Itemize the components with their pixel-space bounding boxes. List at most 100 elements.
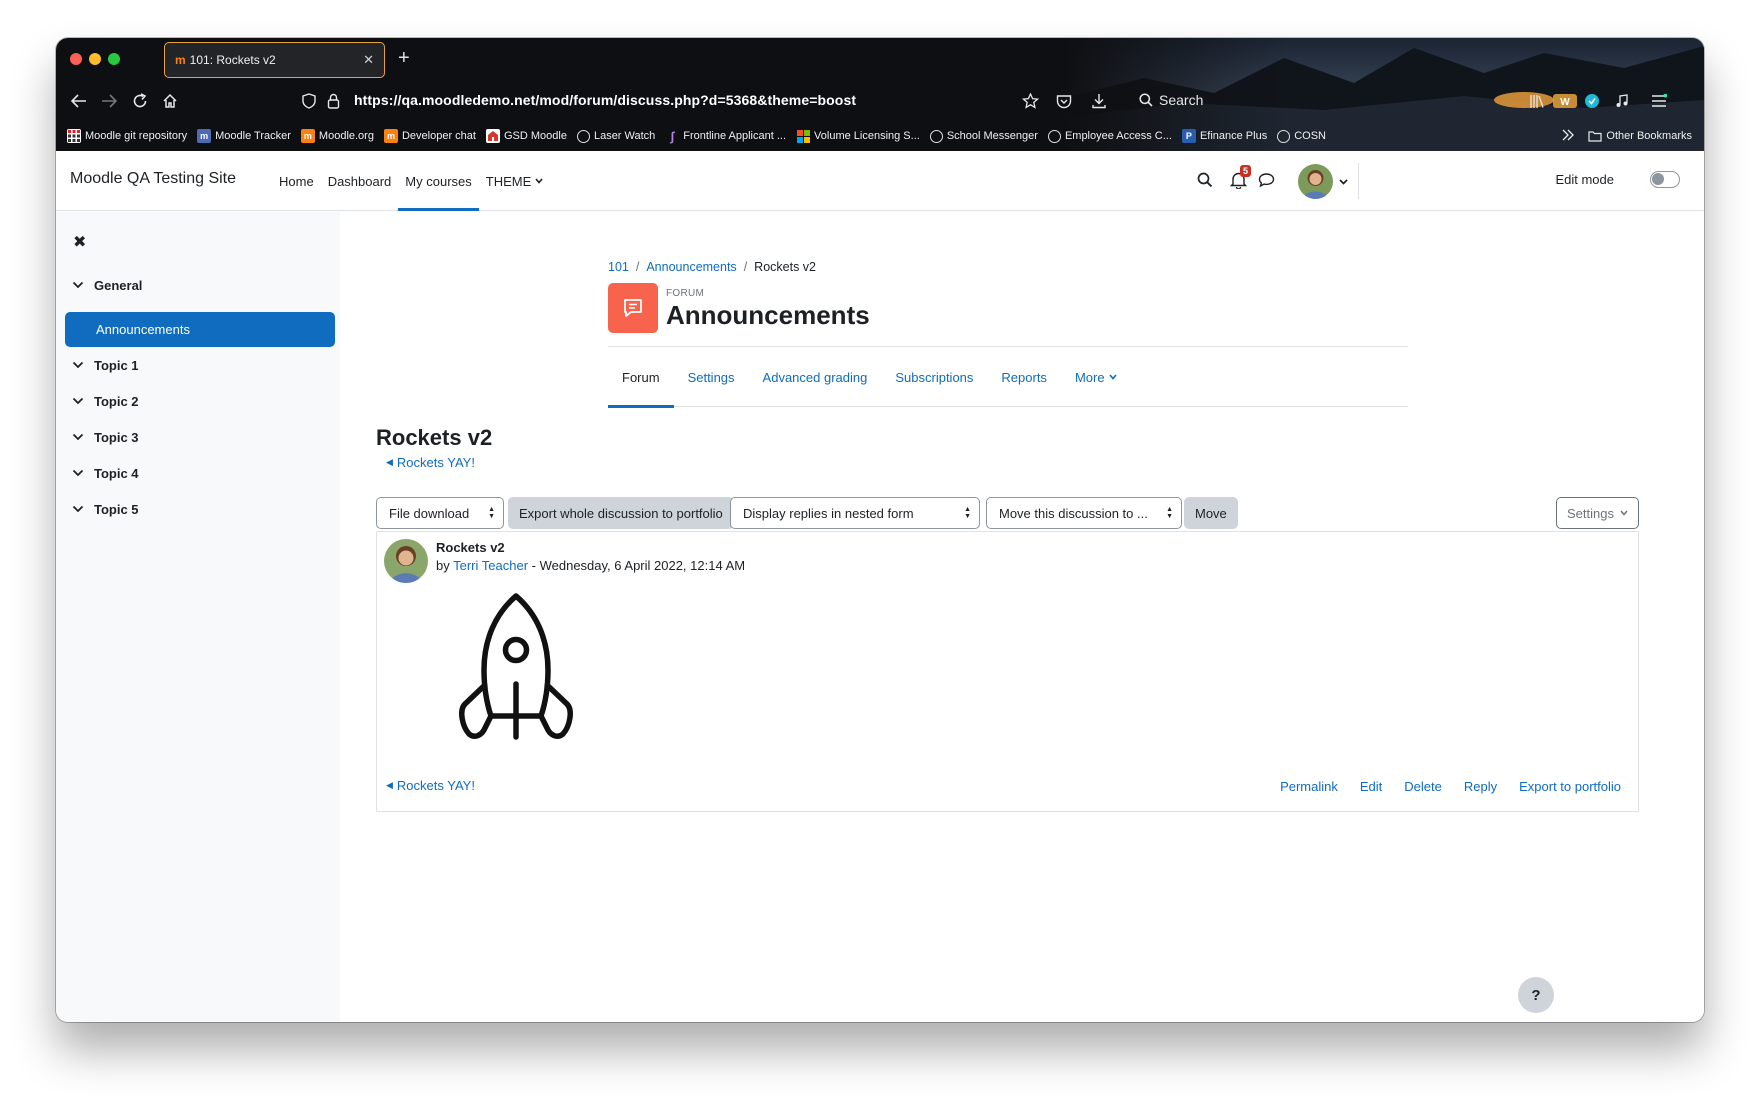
- folder-icon: [1588, 131, 1603, 142]
- extension-teal-icon[interactable]: [1581, 90, 1603, 112]
- permalink-link[interactable]: Permalink: [1280, 779, 1338, 794]
- bookmark-label: Developer chat: [401, 130, 476, 142]
- lock-icon[interactable]: [322, 90, 344, 112]
- chevron-down-icon[interactable]: [72, 361, 84, 369]
- bookmark-item[interactable]: m Moodle.org: [300, 129, 374, 143]
- bookmark-item[interactable]: Moodle git repository: [67, 129, 187, 143]
- bookmark-item[interactable]: ʃ Frontline Applicant ...: [665, 129, 786, 144]
- next-discussion-link[interactable]: ◀ Rockets YAY!: [386, 778, 475, 793]
- menu-hamburger-icon[interactable]: [1648, 90, 1670, 112]
- chevron-down-icon[interactable]: [72, 505, 84, 513]
- post-by-label: by: [436, 558, 450, 573]
- moodle-icon: m: [300, 129, 315, 143]
- forum-post: Rockets v2 by Terri Teacher - Wednesday,…: [376, 531, 1639, 812]
- rocket-image: [459, 593, 573, 740]
- chevron-double-right-icon[interactable]: [1562, 129, 1575, 144]
- back-arrow-icon[interactable]: [68, 90, 90, 112]
- bookmark-item[interactable]: COSN: [1277, 129, 1326, 143]
- tab-subscriptions[interactable]: Subscriptions: [881, 347, 987, 407]
- course-section-general[interactable]: General: [72, 272, 142, 298]
- course-index-item-announcements[interactable]: Announcements: [65, 312, 335, 347]
- bookmark-item[interactable]: Laser Watch: [576, 129, 655, 143]
- bookmarks-toolbar: Moodle git repository m Moodle Tracker m…: [56, 121, 1704, 151]
- reply-link[interactable]: Reply: [1464, 779, 1497, 794]
- extension-music-icon[interactable]: [1611, 90, 1633, 112]
- reload-icon[interactable]: [129, 90, 151, 112]
- nav-theme-dropdown[interactable]: THEME: [479, 151, 551, 211]
- course-section-topic-4[interactable]: Topic 4: [72, 460, 139, 486]
- bookmark-item[interactable]: m Developer chat: [383, 129, 476, 143]
- move-discussion-select[interactable]: Move this discussion to ... ▲ ▼: [986, 497, 1182, 529]
- breadcrumb-forum[interactable]: Announcements: [646, 260, 736, 274]
- tab-advanced-grading[interactable]: Advanced grading: [749, 347, 882, 407]
- page-title: Announcements: [666, 300, 870, 330]
- bookmark-item[interactable]: School Messenger: [929, 129, 1038, 143]
- browser-chrome: m 101: Rockets v2 ✕ + https://qa.moodled…: [56, 38, 1704, 151]
- close-drawer-icon[interactable]: ✖: [73, 232, 86, 252]
- forum-activity-icon: [608, 283, 658, 333]
- primary-navigation: Home Dashboard My courses THEME: [272, 151, 550, 211]
- tab-forum[interactable]: Forum: [608, 347, 674, 408]
- downloads-icon[interactable]: [1088, 90, 1110, 112]
- chevron-down-icon[interactable]: [72, 469, 84, 477]
- nav-dashboard[interactable]: Dashboard: [321, 151, 399, 211]
- edit-mode-toggle[interactable]: [1650, 171, 1680, 188]
- bookmark-item[interactable]: m Moodle Tracker: [197, 129, 291, 143]
- address-bar[interactable]: https://qa.moodledemo.net/mod/forum/disc…: [354, 92, 856, 108]
- move-button[interactable]: Move: [1184, 497, 1238, 529]
- help-button[interactable]: ?: [1518, 977, 1554, 1013]
- minimize-window-button[interactable]: [89, 53, 101, 65]
- course-section-topic-1[interactable]: Topic 1: [72, 352, 139, 378]
- prev-discussion-link[interactable]: ◀ Rockets YAY!: [386, 455, 475, 470]
- fullscreen-window-button[interactable]: [108, 53, 120, 65]
- new-tab-button[interactable]: +: [398, 47, 410, 70]
- site-name[interactable]: Moodle QA Testing Site: [70, 170, 236, 188]
- chevron-down-icon[interactable]: [72, 397, 84, 405]
- author-avatar[interactable]: [384, 539, 428, 583]
- tab-settings[interactable]: Settings: [674, 347, 749, 407]
- browser-search-box[interactable]: Search: [1139, 92, 1203, 108]
- breadcrumb-separator: /: [743, 260, 748, 274]
- pocket-icon[interactable]: [1053, 90, 1075, 112]
- course-section-topic-5[interactable]: Topic 5: [72, 496, 139, 522]
- course-section-topic-3[interactable]: Topic 3: [72, 424, 139, 450]
- discussion-settings-button[interactable]: Settings: [1556, 497, 1639, 529]
- notifications-bell-icon[interactable]: 5: [1229, 165, 1252, 194]
- messages-chat-icon[interactable]: [1258, 172, 1275, 193]
- delete-post-link[interactable]: Delete: [1404, 779, 1442, 794]
- user-menu[interactable]: [1298, 164, 1348, 199]
- close-window-button[interactable]: [70, 53, 82, 65]
- chevron-down-icon[interactable]: [72, 433, 84, 441]
- other-bookmarks-folder[interactable]: Other Bookmarks: [1588, 130, 1692, 142]
- tab-close-icon[interactable]: ✕: [363, 52, 374, 68]
- edit-post-link[interactable]: Edit: [1360, 779, 1382, 794]
- p-icon: P: [1181, 129, 1196, 143]
- tab-title: 101: Rockets v2: [189, 53, 276, 67]
- browser-tab-active[interactable]: m 101: Rockets v2 ✕: [164, 42, 385, 78]
- moodle-search-icon[interactable]: [1197, 172, 1213, 193]
- export-discussion-button[interactable]: Export whole discussion to portfolio: [508, 497, 734, 529]
- breadcrumb-course[interactable]: 101: [608, 260, 629, 274]
- bookmark-item[interactable]: P Efinance Plus: [1181, 129, 1267, 143]
- post-author-link[interactable]: Terri Teacher: [453, 558, 528, 573]
- tracking-shield-icon[interactable]: [298, 90, 320, 112]
- tab-reports[interactable]: Reports: [987, 347, 1061, 407]
- course-section-topic-2[interactable]: Topic 2: [72, 388, 139, 414]
- portfolio-format-select[interactable]: File download ▲ ▼: [376, 497, 504, 529]
- bookmark-star-icon[interactable]: [1019, 90, 1041, 112]
- breadcrumb: 101 / Announcements / Rockets v2: [608, 260, 816, 274]
- bookmark-item[interactable]: Employee Access C...: [1047, 129, 1172, 143]
- home-icon[interactable]: [159, 90, 181, 112]
- library-icon[interactable]: [1526, 90, 1548, 112]
- chevron-down-icon[interactable]: [72, 281, 84, 289]
- forward-arrow-icon[interactable]: [98, 90, 120, 112]
- extension-icon[interactable]: W: [1552, 90, 1578, 112]
- bookmark-label: COSN: [1294, 130, 1326, 142]
- nav-home[interactable]: Home: [272, 151, 321, 211]
- bookmark-item[interactable]: Volume Licensing S...: [796, 129, 920, 143]
- export-post-portfolio-link[interactable]: Export to portfolio: [1519, 779, 1621, 794]
- nav-my-courses[interactable]: My courses: [398, 151, 480, 211]
- display-mode-select[interactable]: Display replies in nested form ▲ ▼: [730, 497, 980, 529]
- tab-more[interactable]: More: [1061, 347, 1131, 407]
- bookmark-item[interactable]: GSD Moodle: [485, 129, 567, 143]
